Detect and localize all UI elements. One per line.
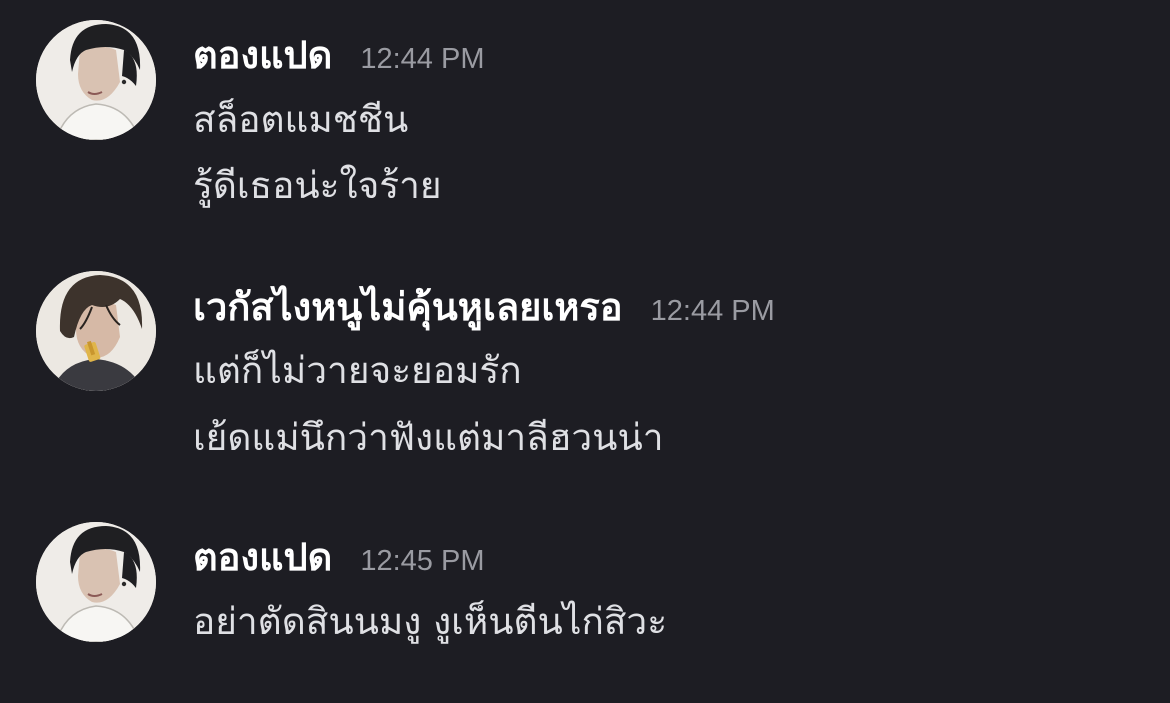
timestamp: 12:45 PM: [360, 545, 485, 577]
message-header: เวกัสไงหนูไม่คุ้นหูเลยเหรอ 12:44 PM: [193, 282, 775, 332]
message-text: เย้ดแม่นึกว่าฟังแต่มาลีฮวนน่า: [193, 416, 664, 459]
message-text: อย่าตัดสินนมงู งูเห็นตีนไก่สิวะ: [193, 600, 668, 643]
timestamp: 12:44 PM: [360, 43, 485, 75]
timestamp: 12:44 PM: [650, 295, 775, 327]
user-avatar-icon[interactable]: [36, 20, 156, 140]
author-name[interactable]: ตองแปด: [193, 30, 332, 80]
author-name[interactable]: เวกัสไงหนูไม่คุ้นหูเลยเหรอ: [193, 282, 623, 332]
message-text: สล็อตแมชชีน: [193, 98, 409, 141]
user-avatar-icon[interactable]: [36, 271, 156, 391]
message-header: ตองแปด 12:45 PM: [193, 532, 485, 582]
user-avatar-icon[interactable]: [36, 522, 156, 642]
message-text: แต่ก็ไม่วายจะยอมรัก: [193, 349, 522, 392]
author-name[interactable]: ตองแปด: [193, 532, 332, 582]
message-header: ตองแปด 12:44 PM: [193, 30, 485, 80]
message-text: รู้ดีเธอน่ะใจร้าย: [193, 164, 442, 207]
